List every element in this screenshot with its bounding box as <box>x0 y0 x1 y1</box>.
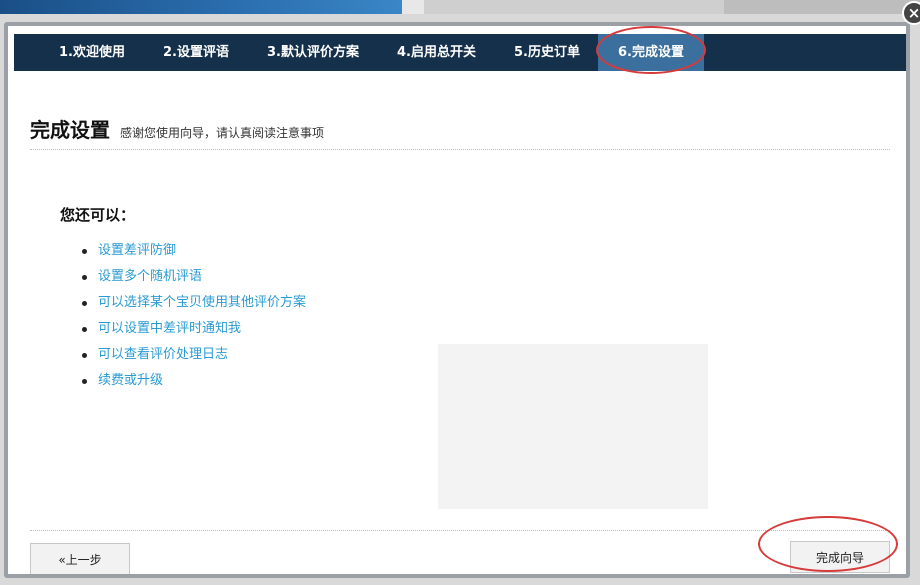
option-link-bad-review-defense[interactable]: 设置差评防御 <box>80 238 306 264</box>
option-label: 设置差评防御 <box>98 243 177 258</box>
finish-wizard-button[interactable]: 完成向导 <box>790 541 890 573</box>
tab-history-orders[interactable]: 5.历史订单 <box>514 34 580 71</box>
tab-set-comments[interactable]: 2.设置评语 <box>163 34 229 71</box>
background-banner <box>0 0 402 14</box>
options-heading: 您还可以： <box>60 206 136 224</box>
tab-default-plan[interactable]: 3.默认评价方案 <box>267 34 359 71</box>
bullet-icon <box>82 249 87 254</box>
option-link-log[interactable]: 可以查看评价处理日志 <box>80 342 306 368</box>
tab-finish-setup[interactable]: 6.完成设置 <box>598 34 704 71</box>
option-link-item-plan[interactable]: 可以选择某个宝贝使用其他评价方案 <box>80 290 306 316</box>
option-link-random-comments[interactable]: 设置多个随机评语 <box>80 264 306 290</box>
close-icon[interactable]: × <box>902 1 920 25</box>
option-label: 可以选择某个宝贝使用其他评价方案 <box>98 295 307 310</box>
background-strip <box>0 0 920 14</box>
prev-step-button[interactable]: «上一步 <box>30 543 130 574</box>
option-link-notify[interactable]: 可以设置中差评时通知我 <box>80 316 306 342</box>
bullet-icon <box>82 301 87 306</box>
footer-divider <box>30 530 890 531</box>
options-list: 设置差评防御 设置多个随机评语 可以选择某个宝贝使用其他评价方案 可以设置中差评… <box>80 238 306 394</box>
bullet-icon <box>82 379 87 384</box>
background-panel <box>724 0 920 14</box>
background-panel <box>424 0 724 14</box>
tab-welcome[interactable]: 1.欢迎使用 <box>59 34 125 71</box>
option-label: 可以查看评价处理日志 <box>98 347 229 362</box>
option-link-renew[interactable]: 续费或升级 <box>80 368 306 394</box>
header-divider <box>30 149 890 150</box>
option-label: 续费或升级 <box>98 373 164 388</box>
page-subtitle: 感谢您使用向导，请认真阅读注意事项 <box>120 126 325 140</box>
wizard-step-tabs: 1.欢迎使用 2.设置评语 3.默认评价方案 4.启用总开关 5.历史订单 6.… <box>14 34 906 71</box>
option-label: 可以设置中差评时通知我 <box>98 321 242 336</box>
bullet-icon <box>82 353 87 358</box>
page-title: 完成设置 <box>30 118 110 142</box>
page-header: 完成设置 感谢您使用向导，请认真阅读注意事项 <box>30 114 324 143</box>
faded-image <box>438 344 708 509</box>
setup-wizard-dialog: 1.欢迎使用 2.设置评语 3.默认评价方案 4.启用总开关 5.历史订单 6.… <box>4 22 910 578</box>
option-label: 设置多个随机评语 <box>98 269 203 284</box>
background-panel <box>402 0 424 14</box>
tab-master-switch[interactable]: 4.启用总开关 <box>397 34 476 71</box>
bullet-icon <box>82 327 87 332</box>
bullet-icon <box>82 275 87 280</box>
